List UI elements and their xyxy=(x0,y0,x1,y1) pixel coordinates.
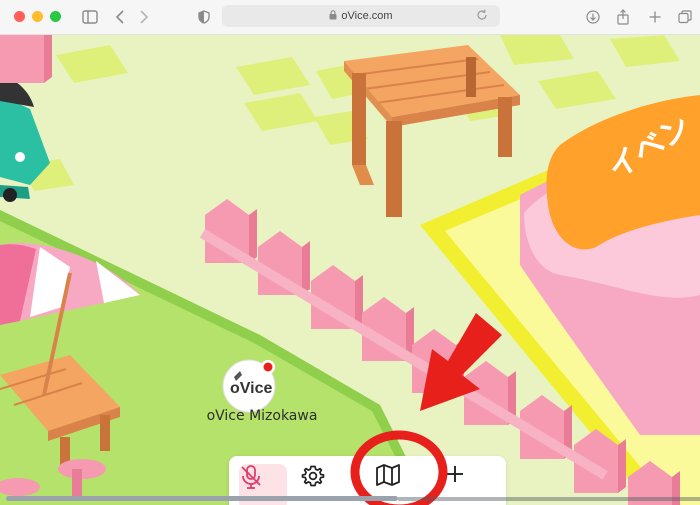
map-icon xyxy=(376,464,400,486)
url-text: oVice.com xyxy=(341,10,393,22)
maximize-window-button[interactable] xyxy=(50,11,61,22)
map-illustration: イベン xyxy=(0,35,700,505)
user-avatar[interactable]: oVice xyxy=(220,357,278,415)
browser-toolbar: oVice.com xyxy=(0,0,700,35)
mic-off-icon xyxy=(241,465,261,489)
share-icon[interactable] xyxy=(614,6,632,28)
minimize-window-button[interactable] xyxy=(32,11,43,22)
privacy-icon[interactable] xyxy=(196,6,212,28)
close-window-button[interactable] xyxy=(14,11,25,22)
download-icon[interactable] xyxy=(584,6,602,28)
lock-icon xyxy=(329,9,337,23)
ovice-logo-icon: oVice xyxy=(222,359,276,413)
scroll-track xyxy=(398,497,700,501)
address-bar[interactable]: oVice.com xyxy=(222,5,500,27)
horizontal-scrollbar[interactable] xyxy=(6,496,398,501)
virtual-space-canvas[interactable]: イベン oVice oVice Mizokawa xyxy=(0,35,700,505)
tabs-icon[interactable] xyxy=(676,6,694,28)
forward-icon[interactable] xyxy=(136,6,152,28)
sidebar-icon[interactable] xyxy=(80,6,100,28)
plus-icon xyxy=(447,466,463,482)
back-icon[interactable] xyxy=(112,6,128,28)
avatar-name-label: oVice Mizokawa xyxy=(206,408,318,424)
gear-icon xyxy=(301,465,325,487)
reload-icon[interactable] xyxy=(476,9,488,24)
new-tab-icon[interactable] xyxy=(646,6,664,28)
avatar-logo-text: oVice xyxy=(230,380,273,397)
